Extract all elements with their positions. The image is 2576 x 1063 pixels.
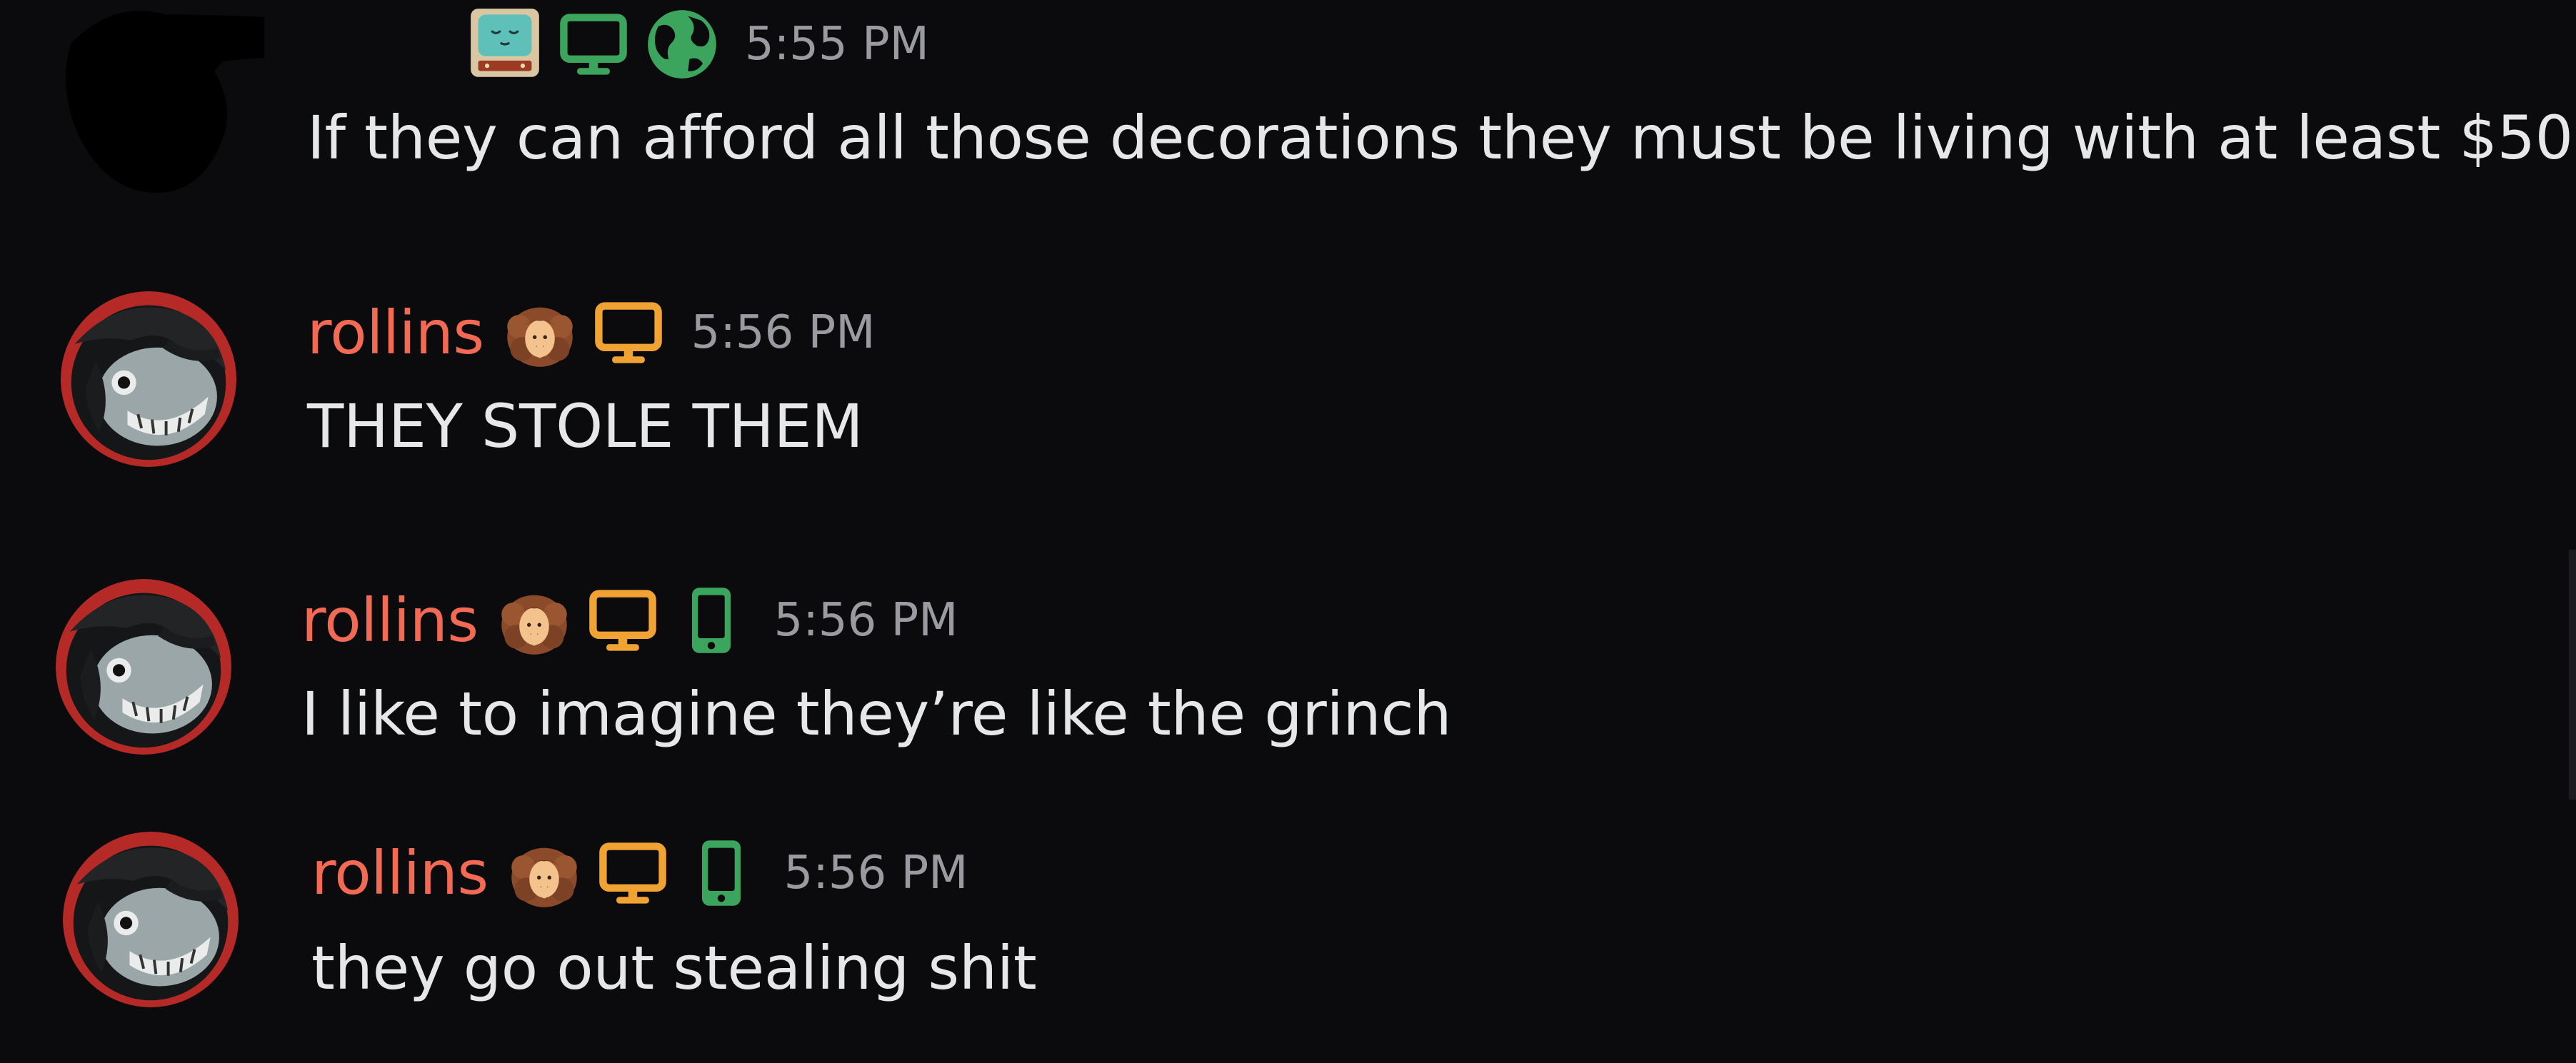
chat-message-list: 5:55 PM If they can afford all those dec… — [0, 0, 2576, 1063]
message-item[interactable]: rollins 5:56 PM they go out stealing shi… — [0, 826, 2576, 1040]
tv-icon — [468, 7, 542, 81]
timestamp: 5:56 PM — [691, 306, 876, 359]
avatar[interactable] — [56, 579, 231, 755]
globe-icon — [645, 7, 719, 81]
desktop-icon — [556, 7, 631, 81]
message-header: 5:55 PM — [468, 10, 929, 79]
message-item[interactable]: rollins 5:56 PM THEY STOLE THEM — [0, 286, 2576, 485]
message-item[interactable]: 5:55 PM If they can afford all those dec… — [0, 0, 2576, 214]
message-header: rollins 5:56 PM — [307, 296, 876, 370]
desktop-icon — [586, 583, 660, 658]
message-text: THEY STOLE THEM — [307, 391, 863, 461]
avatar[interactable] — [61, 291, 236, 467]
right-edge-scrollbar[interactable] — [2569, 550, 2576, 800]
woman-emoji-icon — [497, 583, 571, 658]
timestamp: 5:56 PM — [773, 594, 958, 647]
message-header: rollins 5:56 PM — [311, 836, 968, 910]
message-header: rollins 5:56 PM — [301, 583, 958, 658]
desktop-icon — [591, 296, 666, 370]
woman-emoji-icon — [503, 296, 577, 370]
message-text: If they can afford all those decorations… — [307, 103, 2573, 173]
mobile-icon — [674, 583, 748, 658]
timestamp: 5:55 PM — [745, 18, 929, 71]
username[interactable]: rollins — [307, 298, 484, 368]
timestamp: 5:56 PM — [783, 847, 968, 900]
woman-emoji-icon — [507, 836, 581, 910]
avatar[interactable] — [63, 832, 239, 1007]
message-text: they go out stealing shit — [311, 933, 1037, 1003]
mobile-icon — [684, 836, 758, 910]
desktop-icon — [596, 836, 670, 910]
username[interactable]: rollins — [311, 838, 488, 908]
redacted-avatar-scribble — [66, 11, 264, 193]
message-text: I like to imagine they’re like the grinc… — [301, 679, 1452, 749]
message-item[interactable]: rollins 5:56 PM I like to imagine they’r… — [0, 575, 2576, 775]
username[interactable]: rollins — [301, 585, 478, 655]
